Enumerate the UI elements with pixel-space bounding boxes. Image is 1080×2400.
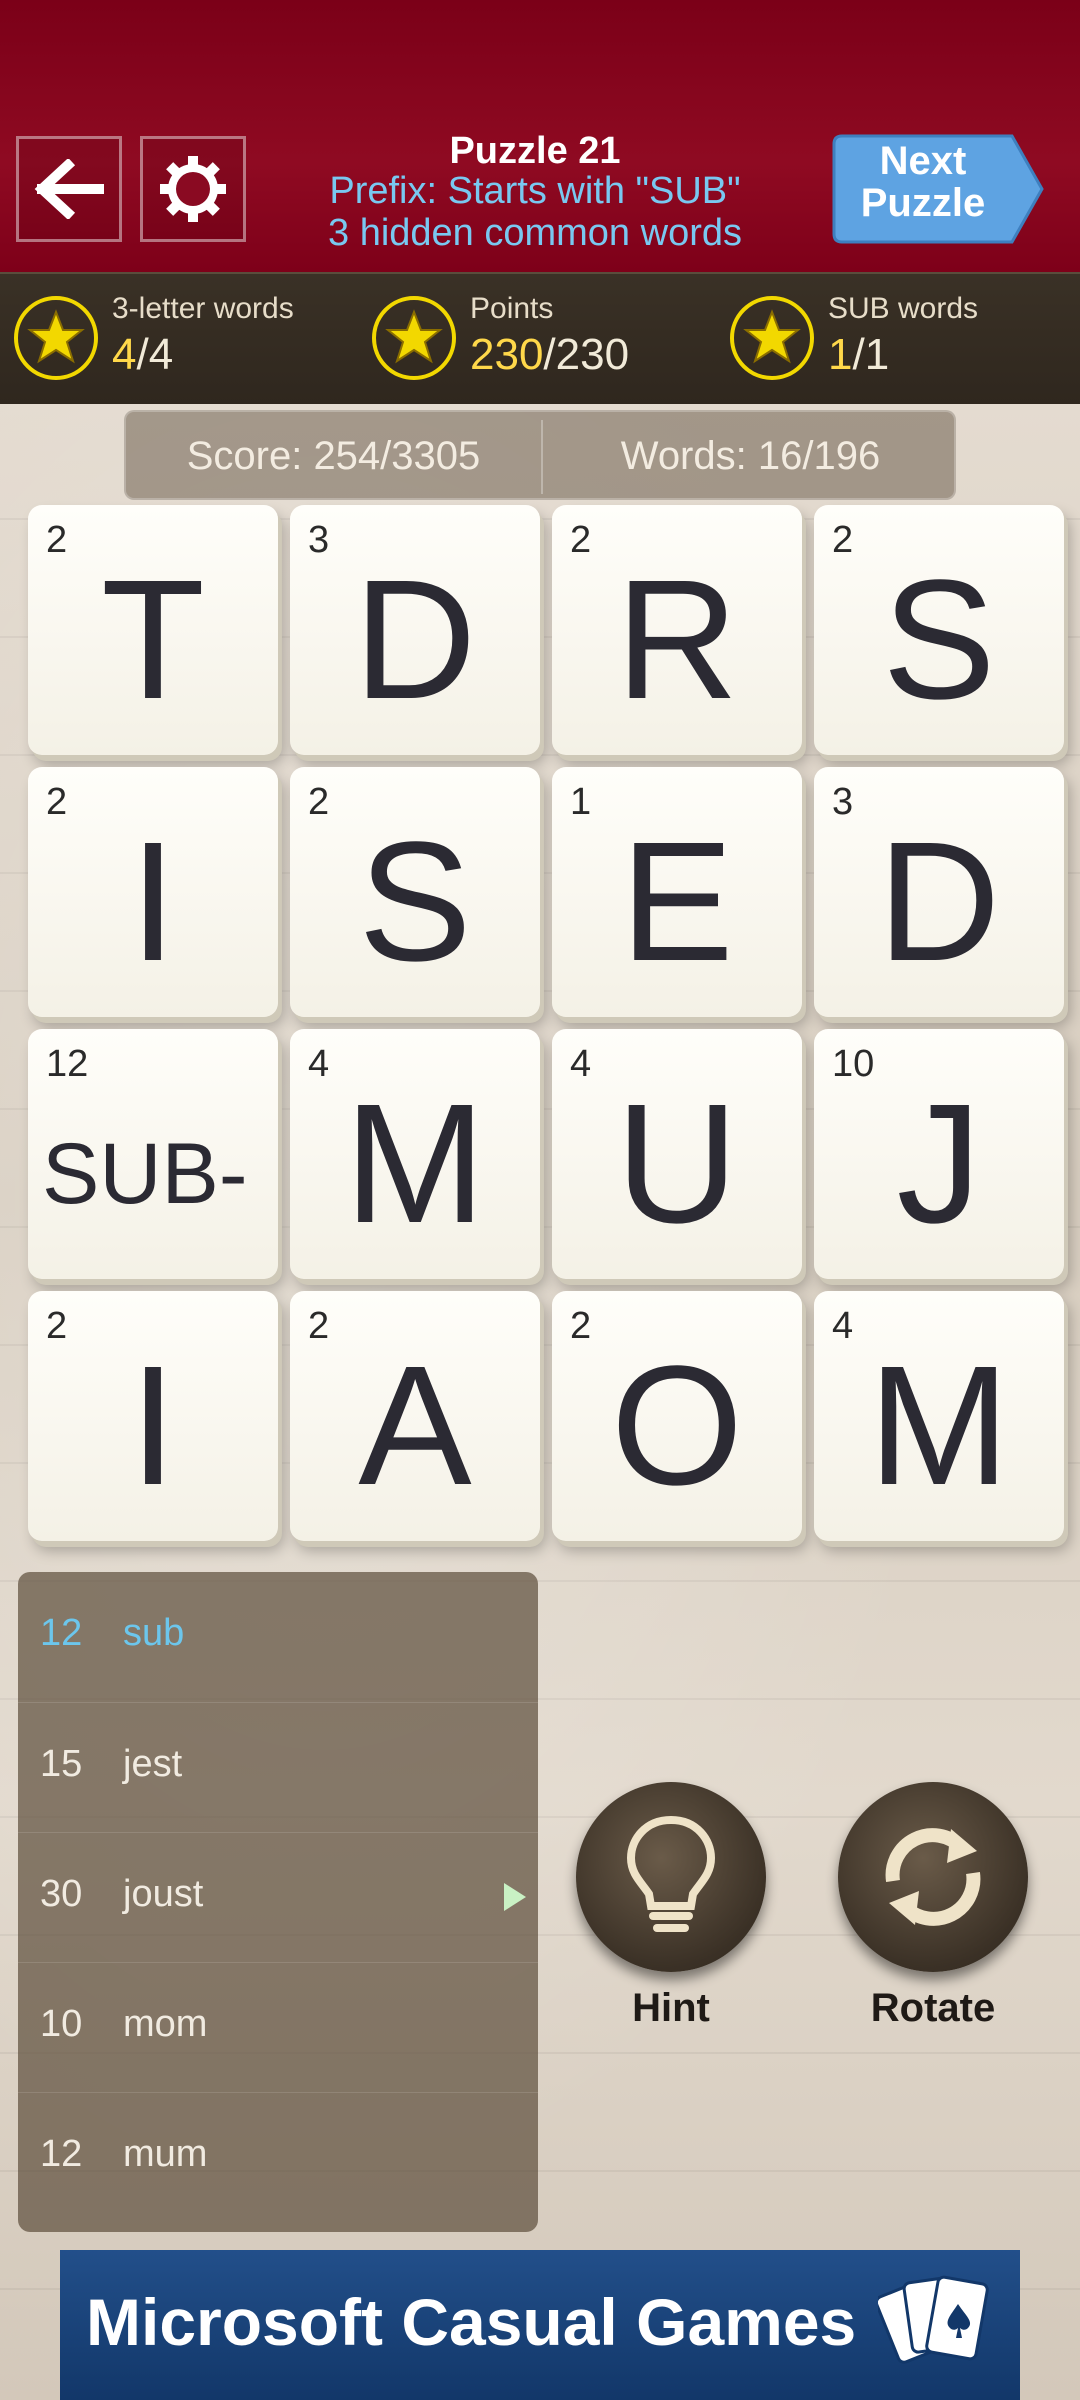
goal-total: /1 (852, 330, 890, 379)
letter-tile[interactable]: 4M (814, 1291, 1064, 1541)
goal-total: /230 (543, 330, 630, 379)
rotate-label: Rotate (870, 1986, 996, 2030)
word-points: 30 (40, 1873, 83, 1915)
next-label-line1: Next (879, 139, 967, 183)
tile-letter: SUB- (42, 1126, 248, 1222)
playing-cards-icon (878, 2275, 989, 2364)
word-points: 15 (40, 1743, 83, 1785)
word-text: jest (123, 1743, 183, 1785)
puzzle-title: Puzzle 21 (449, 130, 621, 172)
tile-letter: S (358, 807, 472, 997)
tile-letter: D (877, 807, 1001, 997)
found-words-list[interactable]: 12 sub 15 jest 30 joust 10 mom 12 mum (18, 1572, 538, 2232)
goal-label: 3-letter words (112, 292, 294, 325)
letter-tile[interactable]: 1E (552, 767, 802, 1017)
tile-letter: A (358, 1331, 472, 1521)
letter-tile[interactable]: 12 SUB- (28, 1029, 278, 1279)
tile-letter: E (620, 807, 734, 997)
header-bar: Puzzle 21 Prefix: Starts with "SUB" 3 hi… (0, 0, 1080, 272)
brand-banner: Microsoft Casual Games (60, 2250, 1020, 2400)
word-list-item[interactable]: 12 sub (18, 1572, 538, 1702)
word-list-item[interactable]: 15 jest (18, 1702, 538, 1833)
letter-tile[interactable]: 2A (290, 1291, 540, 1541)
tile-letter: M (344, 1069, 486, 1259)
tile-letter: R (615, 545, 739, 735)
word-list-item[interactable]: 12 mum (18, 2092, 538, 2223)
letter-tile[interactable]: 2R (552, 505, 802, 755)
puzzle-hidden-words: 3 hidden common words (328, 212, 742, 254)
tile-letter: S (882, 545, 996, 735)
next-label-line2: Puzzle (860, 181, 986, 225)
star-icon (372, 296, 456, 380)
word-text: sub (123, 1612, 185, 1654)
puzzle-prefix-rule: Prefix: Starts with "SUB" (329, 170, 741, 212)
goal-current: 230 (470, 330, 544, 379)
word-list-item[interactable]: 30 joust (18, 1832, 538, 1963)
letter-tile[interactable]: 2O (552, 1291, 802, 1541)
tile-letter: M (868, 1331, 1010, 1521)
letter-tile[interactable]: 2I (28, 1291, 278, 1541)
letter-board: 2T 3D 2R 2S 2I 2S 1E 3D 12 SUB- 4M 4U 10 J… (0, 505, 1080, 1555)
letter-tile[interactable]: 10 J (814, 1029, 1064, 1279)
tile-letter: I (129, 1331, 177, 1521)
goal-total: /4 (136, 330, 174, 379)
word-text: mum (123, 2133, 208, 2175)
play-arrow-icon[interactable] (504, 1883, 526, 1911)
lightbulb-icon (626, 1815, 716, 1932)
goal-current: 1 (828, 330, 853, 379)
tile-letter: U (615, 1069, 739, 1259)
score-text: Score: 254/3305 (186, 434, 481, 478)
hint-button[interactable] (576, 1782, 766, 1972)
rotate-button[interactable] (838, 1782, 1028, 1972)
rotate-icon (885, 1828, 981, 1926)
letter-tile[interactable]: 4U (552, 1029, 802, 1279)
back-button[interactable] (16, 136, 122, 242)
brand-text: Microsoft Casual Games (86, 2285, 857, 2359)
letter-tile[interactable]: 2I (28, 767, 278, 1017)
letter-tile[interactable]: 4M (290, 1029, 540, 1279)
letter-tile[interactable]: 3D (814, 767, 1064, 1017)
star-icon (14, 296, 98, 380)
goal-current: 4 (112, 330, 137, 379)
word-text: joust (123, 1873, 204, 1915)
word-points: 12 (40, 1612, 83, 1654)
hint-label: Hint (632, 1986, 710, 2030)
word-points: 10 (40, 2003, 83, 2045)
tile-letter: J (896, 1069, 982, 1259)
word-points: 12 (40, 2133, 83, 2175)
letter-tile[interactable]: 3D (290, 505, 540, 755)
goal-label: SUB words (828, 292, 979, 325)
tile-letter: O (610, 1331, 744, 1521)
tile-points: 12 (46, 1043, 89, 1085)
letter-tile[interactable]: 2S (814, 505, 1064, 755)
next-puzzle-button[interactable]: Next Puzzle (830, 130, 1050, 248)
word-text: mom (123, 2003, 208, 2045)
letter-tile[interactable]: 2T (28, 505, 278, 755)
arrow-left-icon (34, 159, 104, 219)
gear-icon (160, 156, 226, 222)
tile-letter: T (101, 545, 205, 735)
star-icon (730, 296, 814, 380)
goal-label: Points (470, 292, 554, 325)
tile-letter: I (129, 807, 177, 997)
score-panel: Score: 254/3305 Words: 16/196 (124, 410, 956, 500)
letter-tile[interactable]: 2S (290, 767, 540, 1017)
word-list-item[interactable]: 10 mom (18, 1962, 538, 2093)
words-count-text: Words: 16/196 (620, 434, 881, 478)
goals-bar: 3-letter words 4/4 Points 230/230 SUB wo… (0, 272, 1080, 404)
tile-letter: D (353, 545, 477, 735)
